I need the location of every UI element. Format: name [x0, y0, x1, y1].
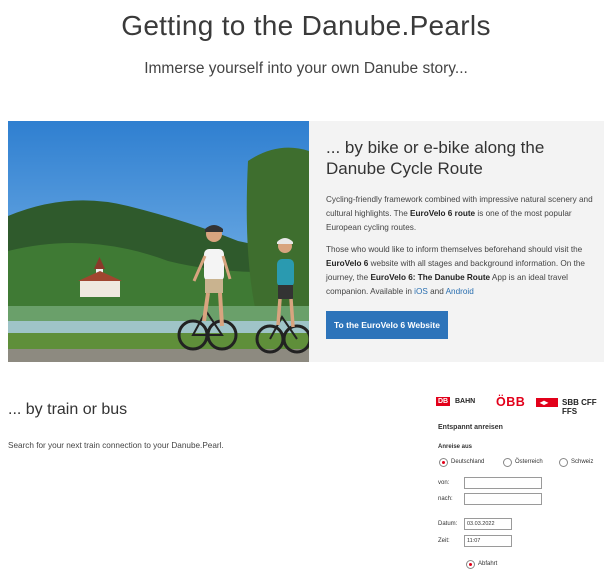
radio-label-abfahrt: Abfahrt [478, 561, 498, 567]
sbb-name: SBB CFF FFS [562, 398, 597, 416]
page-subtitle: Immerse yourself into your own Danube st… [144, 60, 468, 77]
bike-text-block: ... by bike or e-bike along the Danube C… [326, 137, 596, 339]
text-span: and [427, 287, 446, 296]
von-input[interactable] [464, 477, 542, 489]
android-link[interactable]: Android [446, 287, 474, 296]
radio-deutschland[interactable] [439, 458, 448, 467]
radio-label-deutschland: Deutschland [451, 459, 485, 465]
zeit-label: Zeit: [438, 538, 450, 544]
datum-input[interactable]: 03.03.2022 [464, 518, 512, 530]
radio-label-oesterreich: Österreich [515, 459, 543, 465]
cyclists-photo [8, 121, 309, 362]
obb-logo: ÖBB [496, 395, 526, 409]
eurovelo-bold: EuroVelo 6 [326, 259, 369, 268]
anreise-label: Anreise aus [438, 444, 473, 450]
widget-title: Entspannt anreisen [438, 424, 503, 431]
rail-logos: DB BAHN ÖBB ◂▸ SBB CFF FFS [436, 395, 611, 416]
zeit-input[interactable]: 11:07 [464, 535, 512, 547]
sbb-mark: ◂▸ [540, 398, 549, 407]
radio-schweiz[interactable] [559, 458, 568, 467]
radio-oesterreich[interactable] [503, 458, 512, 467]
bike-paragraph-1: Cycling-friendly framework combined with… [326, 193, 596, 235]
nach-input[interactable] [464, 493, 542, 505]
radio-abfahrt[interactable] [466, 560, 475, 569]
ios-link[interactable]: iOS [414, 287, 428, 296]
db-bahn-text: BAHN [455, 398, 476, 405]
eurovelo-website-button[interactable]: To the EuroVelo 6 Website [326, 311, 448, 339]
train-heading: ... by train or bus [8, 401, 128, 418]
bike-heading: ... by bike or e-bike along the Danube C… [326, 138, 545, 178]
bike-paragraph-2: Those who would like to inform themselve… [326, 243, 596, 299]
datum-label: Datum: [438, 521, 458, 527]
nach-label: nach: [438, 496, 453, 502]
train-description: Search for your next train connection to… [8, 441, 224, 450]
radio-label-schweiz: Schweiz [571, 459, 594, 465]
page-title: Getting to the Danube.Pearls [121, 10, 491, 41]
sbb-logo-icon: ◂▸ [536, 398, 558, 407]
eurovelo-app-bold: EuroVelo 6: The Danube Route [370, 273, 491, 282]
text-span: Those who would like to inform themselve… [326, 245, 583, 254]
db-logo: DB [436, 397, 451, 406]
train-booking-widget: DB BAHN ÖBB ◂▸ SBB CFF FFS Entspannt anr… [426, 389, 611, 572]
von-label: von: [438, 480, 450, 486]
eurovelo-route-bold: EuroVelo 6 route [410, 209, 476, 218]
bike-section: ... by bike or e-bike along the Danube C… [8, 121, 604, 362]
